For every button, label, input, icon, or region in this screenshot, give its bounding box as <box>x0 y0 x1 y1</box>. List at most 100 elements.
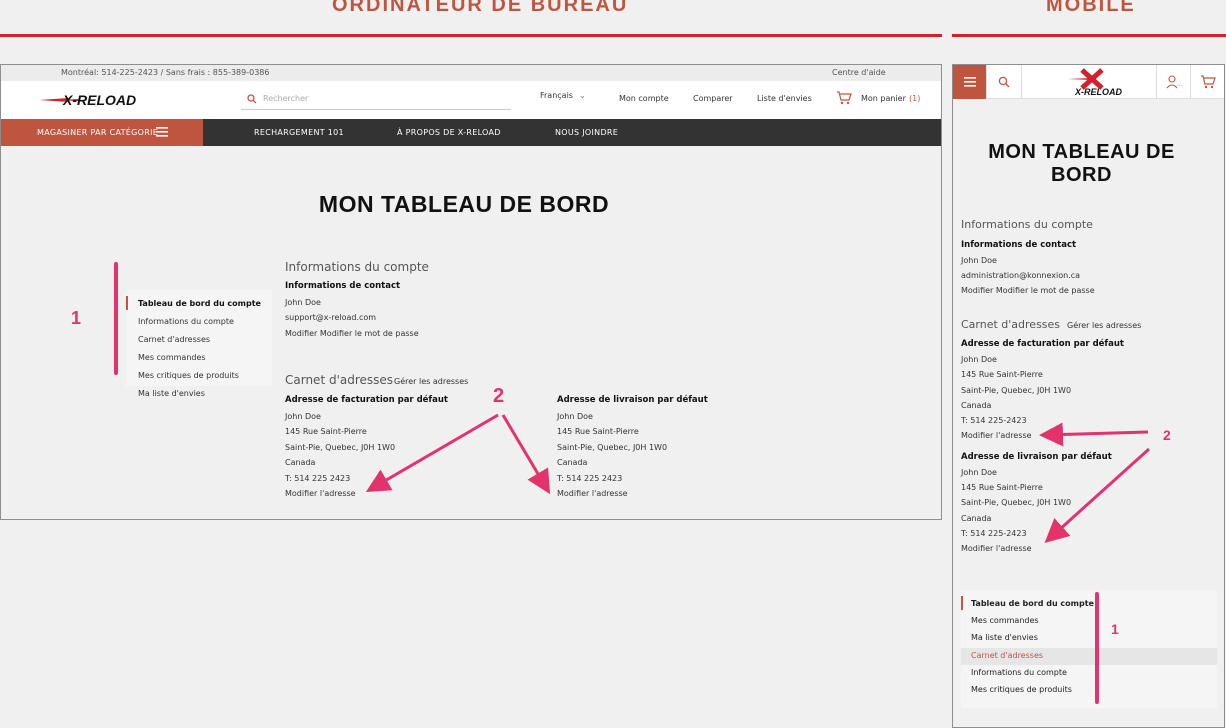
billing-line: John Doe <box>285 412 321 421</box>
search-input[interactable]: Rechercher <box>241 88 511 110</box>
account-info-heading: Informations du compte <box>285 260 429 274</box>
shipping-line: Canada <box>961 514 992 523</box>
shipping-line: 145 Rue Saint-Pierre <box>961 483 1043 492</box>
sidebar-item-account-info[interactable]: Informations du compte <box>138 317 234 326</box>
desktop-screenshot: Montréal: 514-225-2423 / Sans frais : 85… <box>0 64 942 520</box>
cart-icon[interactable] <box>836 91 852 105</box>
site-logo[interactable]: X-RELOAD <box>39 91 171 109</box>
annotation-number: 2 <box>493 385 505 407</box>
billing-line: 145 Rue Saint-Pierre <box>285 427 367 436</box>
page-title: MON TABLEAU DE BORD <box>318 191 610 217</box>
hamburger-icon <box>156 127 168 137</box>
site-logo[interactable]: X-RELOAD <box>1022 65 1157 99</box>
billing-line: John Doe <box>961 355 997 364</box>
mobile-header: X-RELOAD ... <box>953 65 1224 99</box>
cart-button[interactable] <box>1191 65 1224 99</box>
shipping-line: T: 514 225-2423 <box>961 529 1027 538</box>
svg-text:...: ... <box>1177 81 1182 88</box>
menu-item-wishlist[interactable]: Ma liste d'envies <box>971 633 1038 642</box>
sidebar-item-address-book[interactable]: Carnet d'adresses <box>138 335 210 344</box>
shipping-address-heading: Adresse de livraison par défaut <box>961 452 1112 462</box>
search-icon <box>247 94 257 104</box>
shipping-line: Saint-Pie, Quebec, J0H 1W0 <box>961 498 1072 507</box>
compare-link[interactable]: Comparer <box>693 94 733 103</box>
billing-line: Canada <box>285 458 316 467</box>
menu-item-orders[interactable]: Mes commandes <box>971 616 1039 625</box>
phone-numbers: Montréal: 514-225-2423 / Sans frais : 85… <box>61 68 270 77</box>
account-sidebar: Tableau de bord du compte Informations d… <box>126 290 272 398</box>
menu-item-address-book[interactable]: Carnet d'adresses <box>971 651 1043 660</box>
shipping-line: John Doe <box>961 468 997 477</box>
section-divider <box>0 34 942 37</box>
edit-contact-links[interactable]: Modifier Modifier le mot de passe <box>961 286 1095 295</box>
page-title-line: MON TABLEAU DE <box>988 141 1175 163</box>
billing-line: Saint-Pie, Quebec, J0H 1W0 <box>285 443 396 452</box>
billing-address-heading: Adresse de facturation par défaut <box>961 339 1124 349</box>
sidebar-item-orders[interactable]: Mes commandes <box>138 353 206 362</box>
nav-item-reloading[interactable]: RECHARGEMENT 101 <box>254 119 344 146</box>
nav-item-about[interactable]: À PROPOS DE X-RELOAD <box>397 119 501 146</box>
contact-name: John Doe <box>961 256 997 265</box>
page-title: MON TABLEAU DE BORD <box>953 141 1210 187</box>
wishlist-link[interactable]: Liste d'envies <box>757 94 812 103</box>
billing-line: T: 514 225 2423 <box>285 474 351 483</box>
svg-text:X-RELOAD: X-RELOAD <box>62 92 136 108</box>
shipping-line: Canada <box>557 458 588 467</box>
user-icon: ... <box>1166 75 1182 89</box>
svg-text:X-RELOAD: X-RELOAD <box>1074 87 1122 96</box>
manage-addresses-link[interactable]: Gérer les adresses <box>1067 321 1141 330</box>
manage-addresses-link[interactable]: Gérer les adresses <box>394 377 468 386</box>
billing-line: 145 Rue Saint-Pierre <box>961 370 1043 379</box>
site-header: X-RELOAD Rechercher Français ⌄ Mon compt… <box>1 81 941 119</box>
sidebar-item-dashboard[interactable]: Tableau de bord du compte <box>138 299 261 308</box>
mobile-section-title: MOBILE <box>1046 0 1136 16</box>
contact-email: support@x-reload.com <box>285 313 377 322</box>
page-title-line: BORD <box>1051 164 1112 186</box>
contact-name: John Doe <box>285 298 321 307</box>
my-account-link[interactable]: Mon compte <box>619 94 669 103</box>
edit-billing-address-link[interactable]: Modifier l'adresse <box>285 489 356 498</box>
active-indicator <box>126 296 128 310</box>
shop-by-category-button[interactable]: MAGASINER PAR CATÉGORIE <box>1 119 203 146</box>
language-selector[interactable]: Français <box>540 91 573 100</box>
desktop-section-title: ORDINATEUR DE BUREAU <box>332 0 629 16</box>
shipping-line: John Doe <box>557 412 593 421</box>
address-book-heading: Carnet d'adresses <box>961 318 1061 331</box>
shipping-address-heading: Adresse de livraison par défaut <box>557 395 708 405</box>
cart-link[interactable]: Mon panier <box>861 94 906 103</box>
help-center-link[interactable]: Centre d'aide <box>832 68 886 77</box>
annotation-number: 1 <box>71 308 82 328</box>
nav-item-contact[interactable]: NOUS JOINDRE <box>555 119 618 146</box>
menu-item-reviews[interactable]: Mes critiques de produits <box>971 685 1072 694</box>
mobile-account-menu: Tableau de bord du compte Mes commandes … <box>961 590 1217 708</box>
sidebar-item-reviews[interactable]: Mes critiques de produits <box>138 371 239 380</box>
cart-count-badge: (1) <box>909 94 921 103</box>
account-info-heading: Informations du compte <box>961 218 1093 231</box>
annotation-bar <box>114 262 118 375</box>
contact-email: administration@konnexion.ca <box>961 271 1081 280</box>
billing-line: Canada <box>961 401 992 410</box>
shipping-line: Saint-Pie, Quebec, J0H 1W0 <box>557 443 668 452</box>
search-placeholder: Rechercher <box>263 94 309 103</box>
edit-contact-links[interactable]: Modifier Modifier le mot de passe <box>285 329 419 338</box>
shipping-line: T: 514 225 2423 <box>557 474 623 483</box>
top-info-bar: Montréal: 514-225-2423 / Sans frais : 85… <box>1 65 941 81</box>
chevron-down-icon: ⌄ <box>579 91 586 100</box>
annotation-bar <box>1095 592 1099 704</box>
menu-button[interactable] <box>953 65 987 99</box>
search-button[interactable] <box>987 65 1022 99</box>
account-button[interactable]: ... <box>1157 65 1191 99</box>
sidebar-item-wishlist[interactable]: Ma liste d'envies <box>138 389 205 398</box>
menu-item-account-info[interactable]: Informations du compte <box>971 668 1067 677</box>
edit-shipping-address-link[interactable]: Modifier l'adresse <box>557 489 628 498</box>
shop-by-category-label: MAGASINER PAR CATÉGORIE <box>37 128 159 137</box>
menu-item-dashboard[interactable]: Tableau de bord du compte <box>971 599 1094 608</box>
edit-shipping-address-link[interactable]: Modifier l'adresse <box>961 544 1032 553</box>
billing-line: T: 514 225-2423 <box>961 416 1027 425</box>
address-book-heading: Carnet d'adresses <box>285 373 394 387</box>
active-indicator <box>961 596 963 610</box>
edit-billing-address-link[interactable]: Modifier l'adresse <box>961 431 1032 440</box>
hamburger-icon <box>964 77 976 87</box>
cart-icon <box>1201 75 1216 89</box>
annotation-number: 2 <box>1163 427 1171 443</box>
